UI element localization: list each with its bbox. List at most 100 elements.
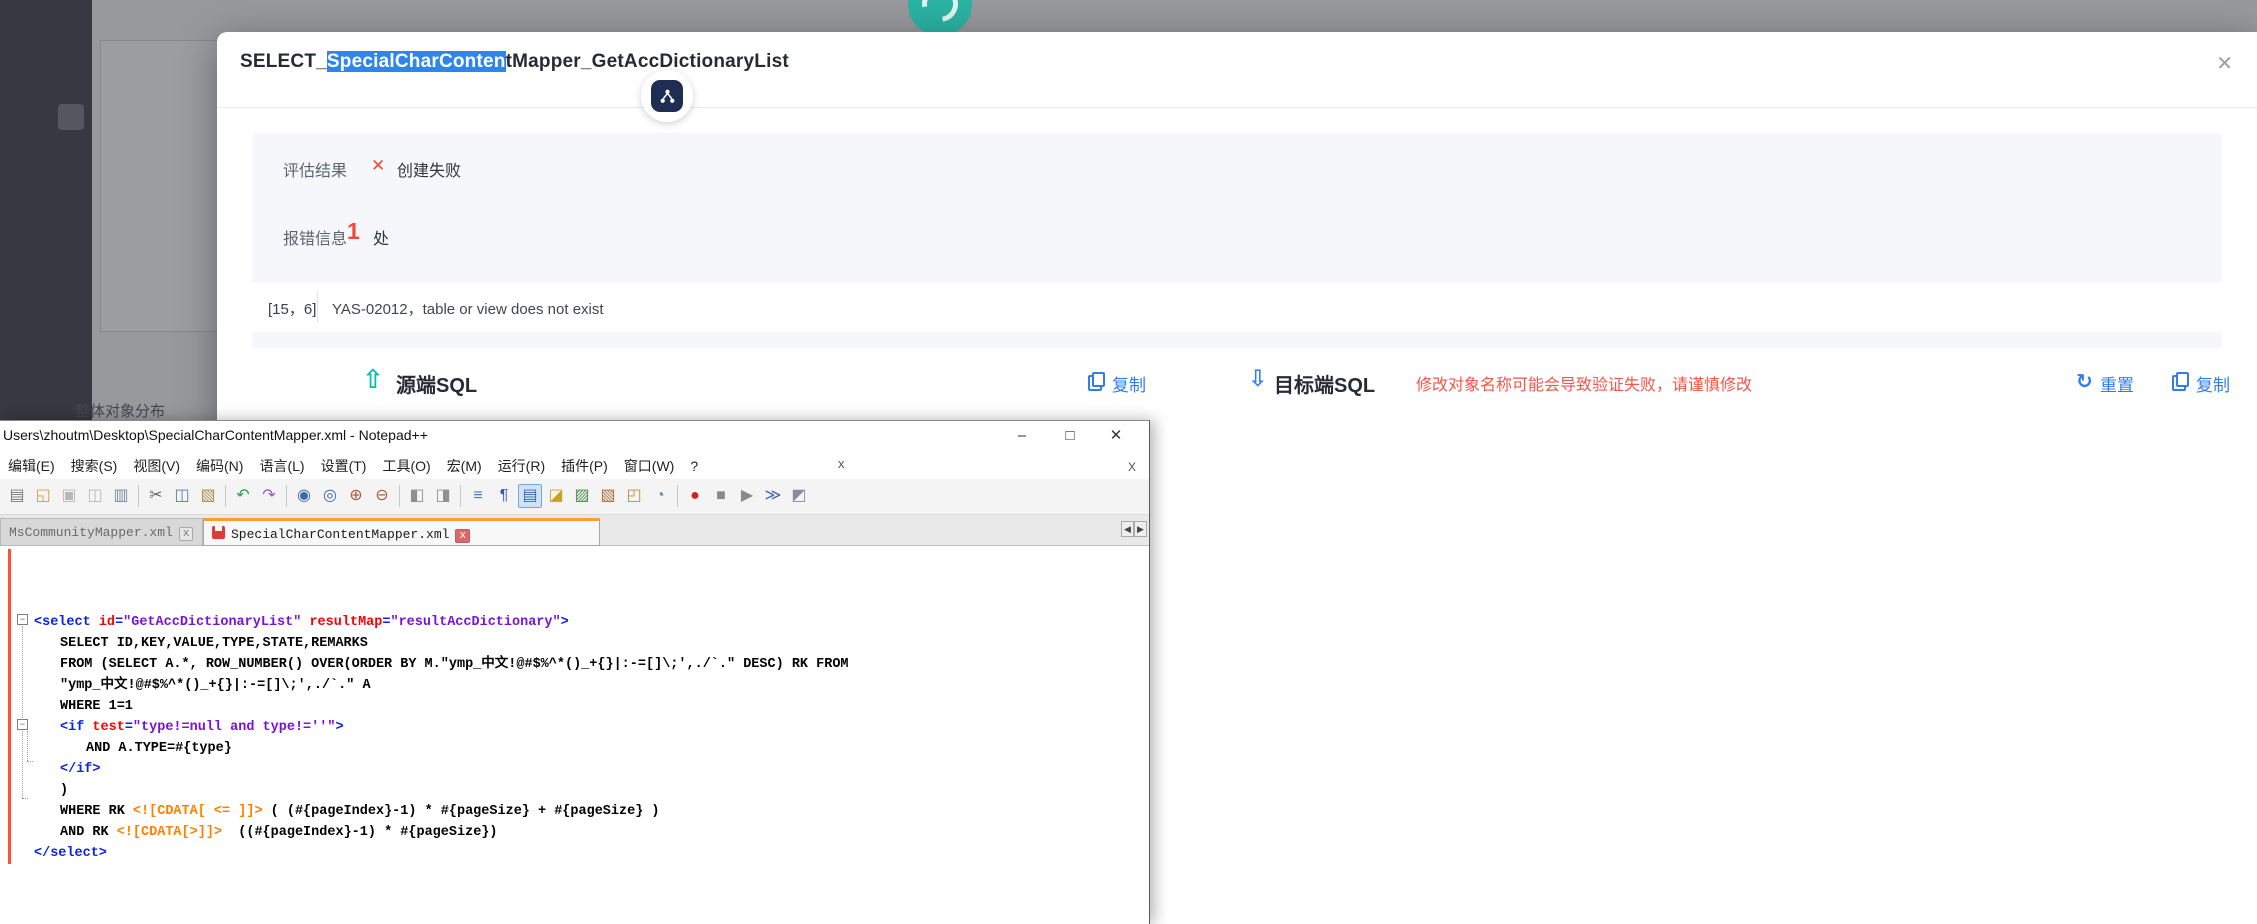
screen: 整体对象分布Schem SELECT_SpecialCharContentMap… xyxy=(0,0,2257,924)
menu-item[interactable]: ? xyxy=(682,453,706,479)
code-line: FROM (SELECT A.*, ROW_NUMBER() OVER(ORDE… xyxy=(34,654,849,675)
change-history-marker xyxy=(8,549,11,864)
menu-item[interactable]: 搜索(S) xyxy=(63,451,126,481)
tab-specialcharcontentmapper[interactable]: SpecialCharContentMapper.xmlx xyxy=(203,518,600,546)
paste-icon[interactable]: ▧ xyxy=(196,484,220,508)
copy-target-button[interactable]: 复制 xyxy=(2196,371,2230,396)
notepad-titlebar[interactable]: Users\zhoutm\Desktop\SpecialCharContentM… xyxy=(0,421,1149,451)
errors-unit: 处 xyxy=(373,225,389,249)
code-line: WHERE RK <![CDATA[ <= ]]> ( (#{pageIndex… xyxy=(34,801,849,822)
menu-item[interactable]: 工具(O) xyxy=(374,451,438,481)
indent-guide-icon[interactable]: ▤ xyxy=(518,484,542,508)
function-list-icon[interactable]: ◪ xyxy=(544,484,568,508)
toolbar-separator xyxy=(138,485,139,507)
menu-item[interactable]: 宏(M) xyxy=(439,451,490,481)
tab-scroll-right-icon[interactable]: ▶ xyxy=(1134,521,1147,537)
code-line: ) xyxy=(34,780,849,801)
copy-icon[interactable]: ◫ xyxy=(170,484,194,508)
open-folder-icon[interactable]: ◱ xyxy=(31,484,55,508)
result-status: 创建失败 xyxy=(397,157,461,181)
menu-item[interactable]: 运行(R) xyxy=(490,451,553,481)
print-icon[interactable]: ▥ xyxy=(109,484,133,508)
share-icon xyxy=(651,80,683,112)
toolbar-separator xyxy=(677,485,678,507)
object-type-badge xyxy=(641,70,693,122)
modal-title: SELECT_SpecialCharContentMapper_GetAccDi… xyxy=(240,51,789,73)
new-file-icon[interactable]: ▤ xyxy=(5,484,29,508)
redo-icon[interactable]: ↷ xyxy=(257,484,281,508)
document-map-icon[interactable]: ▨ xyxy=(570,484,594,508)
fail-x-icon: ✕ xyxy=(371,156,385,176)
background-sidebar-icon xyxy=(58,104,84,130)
menu-item[interactable]: 视图(V) xyxy=(125,451,188,481)
cut-icon[interactable]: ✂ xyxy=(144,484,168,508)
menu-item[interactable]: 设置(T) xyxy=(313,451,375,481)
unsaved-icon xyxy=(212,526,225,539)
np-tabbar: MsCommunityMapper.xmlx SpecialCharConten… xyxy=(0,515,1149,546)
code-line: SELECT ID,KEY,VALUE,TYPE,STATE,REMARKS xyxy=(34,633,849,654)
copy-source-icon[interactable] xyxy=(1088,372,1102,388)
menu-item[interactable]: 窗口(W) xyxy=(616,451,683,481)
menu-item[interactable]: 编辑(E) xyxy=(0,451,63,481)
errors-count: 1 xyxy=(347,218,360,245)
menu-item[interactable]: 语言(L) xyxy=(251,451,312,481)
fold-collapse-icon[interactable]: − xyxy=(17,614,28,625)
minimize-button[interactable]: – xyxy=(1004,423,1040,449)
code-line: "ymp_中文!@#$%^*()_+{}|:-=[]\;',./`." A xyxy=(34,675,849,696)
zoom-in-icon[interactable]: ⊕ xyxy=(344,484,368,508)
word-wrap-icon[interactable]: ≡ xyxy=(466,484,490,508)
copy-target-icon[interactable] xyxy=(2172,372,2186,388)
undo-icon[interactable]: ↶ xyxy=(231,484,255,508)
save-all-icon[interactable]: ◫ xyxy=(83,484,107,508)
save-icon[interactable]: ▣ xyxy=(57,484,81,508)
save-macro-icon[interactable]: ◩ xyxy=(787,484,811,508)
code-line: <if test="type!=null and type!=''"> xyxy=(34,717,849,738)
error-position: [15，6] xyxy=(268,298,316,319)
tab-close-icon[interactable]: x xyxy=(455,529,470,543)
file-monitor-icon[interactable]: ◔ xyxy=(648,484,672,508)
code-line: AND A.TYPE=#{type} xyxy=(34,738,849,759)
sync-horizontal-icon[interactable]: ◨ xyxy=(431,484,455,508)
tab-close-icon[interactable]: x xyxy=(179,527,194,541)
errors-label: 报错信息 xyxy=(283,225,347,249)
record-macro-icon[interactable]: ● xyxy=(683,484,707,508)
window-close-button[interactable]: ✕ xyxy=(1098,423,1134,449)
folder-workspace-icon[interactable]: ◰ xyxy=(622,484,646,508)
np-editor[interactable]: − − <select id="GetAccDictionaryList" re… xyxy=(0,546,1149,924)
copy-source-button[interactable]: 复制 xyxy=(1112,371,1146,396)
menu-item[interactable]: 编码(N) xyxy=(188,451,251,481)
code-line: <select id="GetAccDictionaryList" result… xyxy=(34,612,849,633)
maximize-button[interactable]: □ xyxy=(1052,423,1088,449)
fold-collapse-icon[interactable]: − xyxy=(17,719,28,730)
reset-button[interactable]: 重置 xyxy=(2100,371,2134,396)
source-up-arrow-icon: ⇧ xyxy=(362,364,384,395)
menubar-close-icon-2[interactable]: X xyxy=(1128,460,1136,474)
stop-macro-icon[interactable]: ■ xyxy=(709,484,733,508)
toolbar-separator xyxy=(399,485,400,507)
error-list-item[interactable]: [15，6] YAS-02012，table or view does not … xyxy=(252,283,2222,332)
document-list-icon[interactable]: ▧ xyxy=(596,484,620,508)
menubar-close-icon[interactable]: x xyxy=(838,456,845,471)
tab-mscommunitymapper[interactable]: MsCommunityMapper.xmlx xyxy=(0,518,203,546)
tab-scroll: ◀▶ xyxy=(1121,521,1147,537)
error-divider xyxy=(317,292,318,323)
find-icon[interactable]: ◉ xyxy=(292,484,316,508)
zoom-out-icon[interactable]: ⊖ xyxy=(370,484,394,508)
sql-panels-header: ⇧ 源端SQL 复制 ⇩ 目标端SQL 修改对象名称可能会导致验证失败，请谨慎修… xyxy=(217,362,2257,402)
tab-scroll-left-icon[interactable]: ◀ xyxy=(1121,521,1134,537)
header-divider xyxy=(217,107,2257,108)
play-macro-icon[interactable]: ▶ xyxy=(735,484,759,508)
sync-vertical-icon[interactable]: ◧ xyxy=(405,484,429,508)
run-macro-multiple-icon[interactable]: ≫ xyxy=(761,484,785,508)
code-line: WHERE 1=1 xyxy=(34,696,849,717)
reset-icon[interactable]: ↻ xyxy=(2076,369,2093,394)
code-line: </if> xyxy=(34,759,849,780)
show-symbols-icon[interactable]: ¶ xyxy=(492,484,516,508)
notepad-window: Users\zhoutm\Desktop\SpecialCharContentM… xyxy=(0,420,1150,924)
replace-icon[interactable]: ◎ xyxy=(318,484,342,508)
np-code[interactable]: <select id="GetAccDictionaryList" result… xyxy=(34,549,849,864)
toolbar-separator xyxy=(225,485,226,507)
close-icon[interactable]: ✕ xyxy=(2216,54,2233,74)
result-label: 评估结果 xyxy=(283,157,347,181)
menu-item[interactable]: 插件(P) xyxy=(553,451,616,481)
